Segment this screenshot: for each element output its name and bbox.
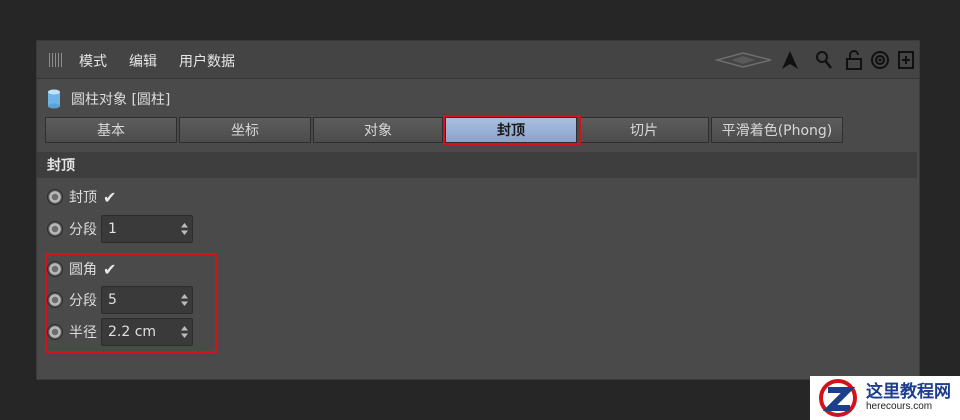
history-arrows-icon[interactable] [713, 49, 775, 71]
fillet-label: 圆角 [69, 262, 97, 278]
tab-basic[interactable]: 基本 [45, 117, 177, 143]
tab-object[interactable]: 对象 [313, 117, 443, 143]
fillet-segments-value: 5 [108, 292, 117, 308]
search-icon[interactable] [813, 49, 835, 71]
cap-segments-field[interactable]: 1 [101, 215, 193, 243]
object-title: 圆柱对象 [圆柱] [47, 87, 170, 111]
fillet-segments-label: 分段 [69, 293, 97, 309]
fillet-radius-label: 半径 [69, 325, 97, 341]
watermark-en: herecours.com [866, 400, 933, 412]
watermark: 这里教程网 herecours.com [810, 376, 960, 420]
animate-radio-icon[interactable] [47, 292, 63, 308]
watermark-logo-icon [819, 379, 857, 417]
menu-user-data[interactable]: 用户数据 [179, 51, 235, 71]
fillet-radius-row: 半径 2.2 cm [47, 318, 193, 346]
caps-label: 封顶 [69, 190, 97, 206]
attribute-manager-panel: 模式 编辑 用户数据 圆柱对象 [圆柱] 基本 坐标 对象 封顶 切片 平滑着色… [36, 40, 920, 380]
fillet-segments-row: 分段 5 [47, 286, 193, 314]
tab-coordinates[interactable]: 坐标 [179, 117, 311, 143]
fillet-row: 圆角 ✔ [47, 257, 116, 281]
cap-segments-label: 分段 [69, 222, 97, 238]
tab-caps[interactable]: 封顶 [445, 117, 577, 143]
section-header: 封顶 [37, 152, 917, 178]
menu-mode[interactable]: 模式 [79, 51, 107, 71]
new-panel-icon[interactable] [895, 49, 917, 71]
object-title-text: 圆柱对象 [圆柱] [71, 92, 171, 108]
animate-radio-icon[interactable] [47, 221, 63, 237]
fillet-radius-field[interactable]: 2.2 cm [101, 318, 193, 346]
animate-radio-icon[interactable] [47, 189, 63, 205]
spinner-arrows-icon[interactable] [181, 326, 188, 338]
fillet-checkbox[interactable]: ✔ [103, 260, 116, 279]
tab-bar: 基本 坐标 对象 封顶 切片 平滑着色(Phong) [45, 117, 845, 143]
grip-icon[interactable] [49, 53, 63, 67]
cap-segments-row: 分段 1 [47, 215, 193, 243]
spinner-arrows-icon[interactable] [181, 294, 188, 306]
menu-bar: 模式 编辑 用户数据 [37, 41, 919, 79]
animate-radio-icon[interactable] [47, 324, 63, 340]
watermark-cn: 这里教程网 [866, 381, 951, 402]
caps-row: 封顶 ✔ [47, 185, 116, 209]
lock-icon[interactable] [843, 49, 865, 71]
tab-phong[interactable]: 平滑着色(Phong) [711, 117, 843, 143]
fillet-segments-field[interactable]: 5 [101, 286, 193, 314]
spinner-arrows-icon[interactable] [181, 223, 188, 235]
tab-slice[interactable]: 切片 [579, 117, 709, 143]
pointer-arrow-icon[interactable] [779, 49, 801, 71]
menu-edit[interactable]: 编辑 [129, 51, 157, 71]
cap-segments-value: 1 [108, 221, 117, 237]
cylinder-icon [48, 89, 60, 109]
animate-radio-icon[interactable] [47, 261, 63, 277]
target-icon[interactable] [869, 49, 891, 71]
fillet-radius-value: 2.2 cm [108, 324, 157, 340]
caps-checkbox[interactable]: ✔ [103, 188, 116, 207]
